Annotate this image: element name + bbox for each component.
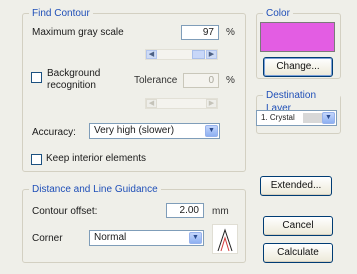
color-legend: Color xyxy=(263,7,293,20)
tolerance-slider-right-arrow-icon[interactable]: ▶ xyxy=(206,99,217,108)
accuracy-label: Accuracy: xyxy=(32,127,76,138)
slider-thumb[interactable] xyxy=(192,50,205,59)
keep-interior-label: Keep interior elements xyxy=(46,153,147,164)
background-recognition-checkbox[interactable] xyxy=(31,72,42,83)
chevron-down-icon[interactable]: ▼ xyxy=(322,112,335,124)
extended-button[interactable]: Extended... xyxy=(260,176,332,196)
slider-right-arrow-icon[interactable]: ▶ xyxy=(206,50,217,59)
tolerance-slider[interactable]: ◀ ▶ xyxy=(145,98,218,109)
max-gray-slider[interactable]: ◀ ▶ xyxy=(145,49,218,60)
corner-select[interactable]: Normal ▼ xyxy=(89,230,204,246)
calculate-button[interactable]: Calculate xyxy=(263,243,333,263)
max-gray-unit: % xyxy=(226,27,235,38)
destination-layer-select[interactable]: 1. Crystal ▼ xyxy=(256,110,337,126)
accuracy-select[interactable]: Very high (slower) ▼ xyxy=(89,123,220,139)
layer-color-swatch xyxy=(303,113,322,123)
cancel-button[interactable]: Cancel xyxy=(263,216,333,236)
distance-guidance-legend: Distance and Line Guidance xyxy=(29,183,161,196)
chevron-down-icon[interactable]: ▼ xyxy=(205,125,218,137)
corner-label: Corner xyxy=(32,233,63,244)
background-recognition-label-line2: recognition xyxy=(47,80,96,91)
find-contour-legend: Find Contour xyxy=(29,7,93,20)
keep-interior-checkbox[interactable] xyxy=(31,154,42,165)
tolerance-field[interactable]: 0 xyxy=(183,73,219,88)
tolerance-slider-left-arrow-icon[interactable]: ◀ xyxy=(146,99,157,108)
max-gray-field[interactable]: 97 xyxy=(181,25,219,40)
background-recognition-label-line1: Background xyxy=(47,68,101,79)
contour-offset-field[interactable]: 2.00 xyxy=(166,203,204,218)
find-contour-dialog: Find Contour Maximum gray scale 97 % ◀ ▶… xyxy=(0,0,357,274)
accuracy-select-value: Very high (slower) xyxy=(94,125,175,136)
contour-offset-unit: mm xyxy=(212,206,229,217)
tolerance-label: Tolerance xyxy=(134,75,178,86)
corner-preview-icon xyxy=(212,224,238,254)
chevron-down-icon[interactable]: ▼ xyxy=(189,232,202,244)
corner-select-value: Normal xyxy=(94,232,127,243)
tolerance-unit: % xyxy=(226,75,235,86)
max-gray-label: Maximum gray scale xyxy=(32,27,124,38)
change-color-button[interactable]: Change... xyxy=(263,57,333,77)
slider-left-arrow-icon[interactable]: ◀ xyxy=(146,50,157,59)
contour-offset-label: Contour offset: xyxy=(32,206,98,217)
destination-layer-value: 1. Crystal xyxy=(261,113,295,122)
color-swatch[interactable] xyxy=(260,22,335,52)
